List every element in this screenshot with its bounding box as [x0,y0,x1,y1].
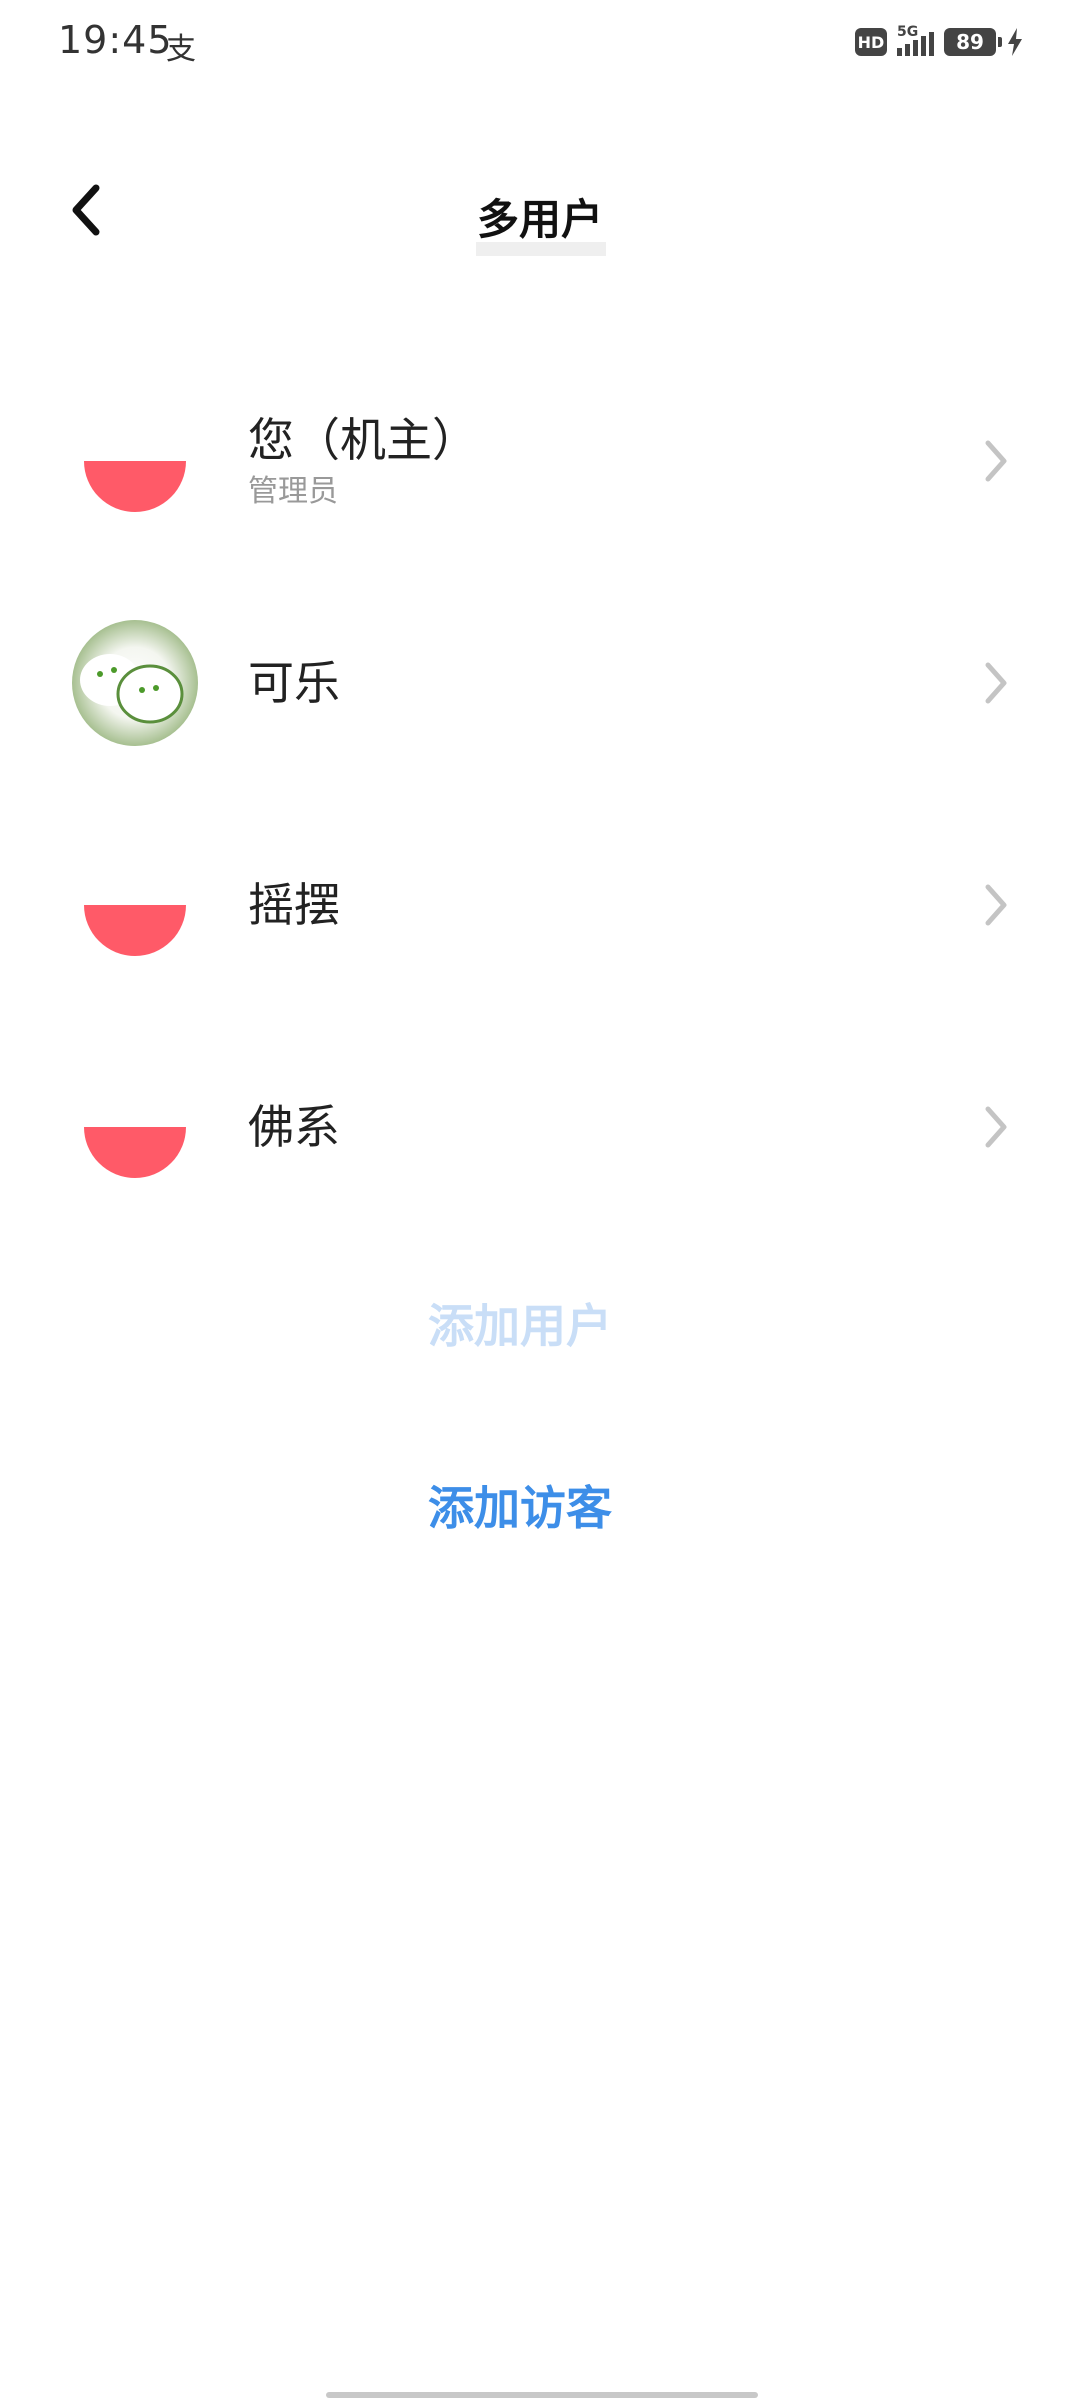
default-avatar-icon [72,398,198,524]
status-time: 19:45 [58,18,173,62]
default-avatar-icon [72,1064,198,1190]
user-row-owner[interactable]: 您（机主） 管理员 [0,350,1080,572]
signal-bar [929,32,934,56]
header: 多用户 [0,150,1080,270]
charging-icon [1006,27,1024,57]
signal-bar [921,36,926,56]
user-row-foxi[interactable]: 佛系 [0,1016,1080,1238]
alipay-notification-icon: 支 [166,32,196,67]
user-role: 管理员 [248,474,338,509]
user-text: 摇摆 [248,875,340,935]
network-type-label: 5G [897,24,919,40]
page-title: 多用户 [476,195,603,244]
user-text: 可乐 [248,653,340,713]
default-avatar-icon [72,842,198,968]
add-user-button[interactable]: 添加用户 [0,1290,1040,1356]
status-indicators: HD 5G 89 [855,24,1024,60]
add-guest-button[interactable]: 添加访客 [0,1472,1040,1538]
user-text: 您（机主） 管理员 [248,410,478,512]
chevron-right-icon [978,435,1014,487]
battery-level: 89 [956,30,984,54]
home-indicator[interactable] [326,2392,758,2398]
status-bar: 19:45 支 HD 5G 89 [0,0,1080,84]
chevron-right-icon [978,879,1014,931]
signal-bar [913,40,918,56]
user-name: 佛系 [248,1100,340,1154]
chevron-right-icon [978,657,1014,709]
user-name: 您（机主） [248,413,478,467]
hd-icon: HD [855,28,887,56]
user-row-yaobai[interactable]: 摇摆 [0,794,1080,1016]
user-list: 您（机主） 管理员 可乐 摇摆 佛系 [0,350,1080,1238]
user-name: 可乐 [248,656,340,710]
user-row-kele[interactable]: 可乐 [0,572,1080,794]
chevron-right-icon [978,1101,1014,1153]
signal-icon: 5G [897,24,934,56]
user-text: 佛系 [248,1097,340,1157]
user-photo-avatar [72,620,198,746]
battery-icon: 89 [944,28,1002,56]
signal-bar [905,44,910,56]
user-name: 摇摆 [248,878,340,932]
signal-bar [897,48,902,56]
